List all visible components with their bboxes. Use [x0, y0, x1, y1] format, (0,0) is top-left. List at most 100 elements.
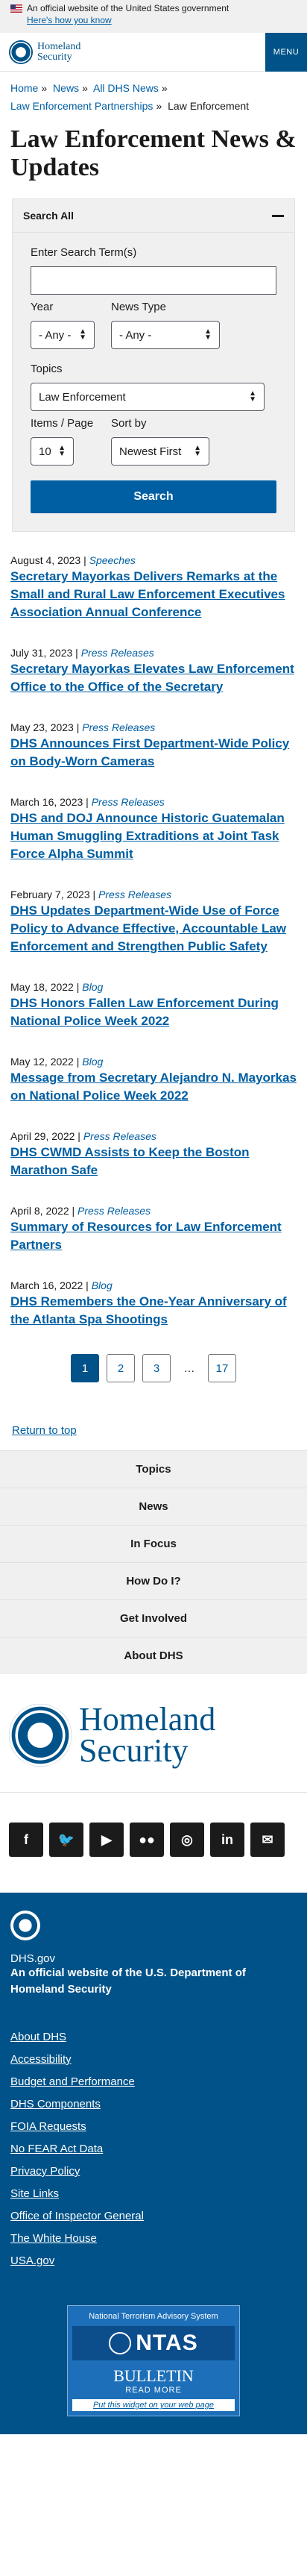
- footer-link-budget-and-performance[interactable]: Budget and Performance: [10, 2071, 297, 2093]
- page-2-button[interactable]: 2: [107, 1354, 135, 1382]
- result-title-link[interactable]: DHS and DOJ Announce Historic Guatemalan…: [10, 809, 297, 863]
- footer-nav-how-do-i[interactable]: How Do I?: [0, 1562, 307, 1599]
- select-arrows-icon: ▲ ▼: [204, 328, 212, 342]
- footer-link-office-of-inspector-general[interactable]: Office of Inspector General: [10, 2205, 297, 2228]
- footer-link-privacy-policy[interactable]: Privacy Policy: [10, 2160, 297, 2183]
- result-title-link[interactable]: DHS Updates Department-Wide Use of Force…: [10, 902, 297, 956]
- result-meta: August 4, 2023 | Speeches: [10, 554, 136, 566]
- heres-how-link[interactable]: Here's how you know: [27, 15, 297, 25]
- banner-text: An official website of the United States…: [27, 3, 230, 13]
- footer-nav-get-involved[interactable]: Get Involved: [0, 1599, 307, 1637]
- breadcrumb-news[interactable]: News: [53, 82, 79, 94]
- breadcrumb-home[interactable]: Home: [10, 82, 38, 94]
- ntas-read-more[interactable]: READ MORE: [72, 2386, 235, 2395]
- result-meta: July 31, 2023 | Press Releases: [10, 647, 154, 659]
- result-type-link[interactable]: Press Releases: [81, 647, 154, 659]
- footer-nav-news[interactable]: News: [0, 1488, 307, 1525]
- result-type-link[interactable]: Speeches: [89, 554, 136, 566]
- ntas-widget[interactable]: National Terrorism Advisory System NTAS …: [67, 2305, 240, 2416]
- youtube-icon[interactable]: ▶: [89, 1823, 124, 1857]
- search-panel-title: Search All: [23, 210, 74, 222]
- breadcrumb-law-enforcement-partnerships[interactable]: Law Enforcement Partnerships: [10, 100, 153, 112]
- result-meta: April 29, 2022 | Press Releases: [10, 1130, 156, 1142]
- site-footer: DHS.gov An official website of the U.S. …: [0, 1893, 307, 2434]
- page-1-button[interactable]: 1: [71, 1354, 99, 1382]
- sort-by-select[interactable]: Newest First ▲ ▼: [111, 437, 209, 466]
- list-item: April 29, 2022 | Press Releases DHS CWMD …: [10, 1130, 297, 1179]
- menu-button[interactable]: MENU: [265, 32, 307, 72]
- list-item: February 7, 2023 | Press Releases DHS Upd…: [10, 889, 297, 956]
- linkedin-icon[interactable]: in: [210, 1823, 244, 1857]
- footer-nav: Topics News In Focus How Do I? Get Invol…: [0, 1450, 307, 1674]
- email-icon[interactable]: ✉: [250, 1823, 285, 1857]
- facebook-icon[interactable]: f: [9, 1823, 43, 1857]
- result-type-link[interactable]: Press Releases: [98, 889, 171, 900]
- instagram-icon[interactable]: ◎: [170, 1823, 204, 1857]
- footer-nav-topics[interactable]: Topics: [0, 1450, 307, 1488]
- result-type-link[interactable]: Press Releases: [82, 721, 155, 733]
- collapse-icon: [272, 214, 284, 217]
- result-type-link[interactable]: Blog: [92, 1279, 113, 1291]
- news-type-select[interactable]: - Any - ▲ ▼: [111, 321, 220, 349]
- result-meta: May 12, 2022 | Blog: [10, 1056, 104, 1068]
- items-per-page-label: Items / Page: [31, 417, 94, 430]
- footer-links: About DHS Accessibility Budget and Perform…: [10, 2026, 297, 2272]
- footer-link-dhs-components[interactable]: DHS Components: [10, 2093, 297, 2116]
- breadcrumb-all-dhs-news[interactable]: All DHS News: [93, 82, 159, 94]
- result-title-link[interactable]: DHS Honors Fallen Law Enforcement During…: [10, 994, 297, 1030]
- result-title-link[interactable]: DHS CWMD Assists to Keep the Boston Mara…: [10, 1144, 297, 1179]
- footer-link-accessibility[interactable]: Accessibility: [10, 2049, 297, 2071]
- gov-banner: An official website of the United States…: [0, 0, 307, 33]
- search-panel: Search All Enter Search Term(s) Year - A…: [12, 198, 295, 532]
- search-button[interactable]: Search: [31, 480, 276, 513]
- footer-logo[interactable]: Homeland Security: [0, 1674, 307, 1793]
- year-label: Year: [31, 301, 54, 313]
- result-date: April 29, 2022: [10, 1130, 75, 1142]
- search-term-input[interactable]: [31, 266, 276, 295]
- result-type-link[interactable]: Blog: [82, 1056, 103, 1068]
- result-title-link[interactable]: DHS Remembers the One-Year Anniversary o…: [10, 1293, 297, 1329]
- ntas-seal-icon: [109, 2332, 132, 2354]
- footer-link-site-links[interactable]: Site Links: [10, 2183, 297, 2205]
- result-type-link[interactable]: Press Releases: [92, 796, 165, 808]
- flickr-icon[interactable]: ●●: [130, 1823, 164, 1857]
- year-select[interactable]: - Any - ▲ ▼: [31, 321, 95, 349]
- site-logo[interactable]: Homeland Security: [9, 40, 80, 64]
- items-per-page-select[interactable]: 10 ▲ ▼: [31, 437, 74, 466]
- ntas-subtitle: National Terrorism Advisory System: [89, 2312, 218, 2321]
- footer-link-usa-gov[interactable]: USA.gov: [10, 2250, 297, 2272]
- result-title-link[interactable]: Message from Secretary Alejandro N. Mayo…: [10, 1069, 297, 1105]
- search-accordion-toggle[interactable]: Search All: [13, 199, 294, 232]
- list-item: May 23, 2023 | Press Releases DHS Announc…: [10, 721, 297, 771]
- result-type-link[interactable]: Press Releases: [83, 1130, 156, 1142]
- footer-nav-about-dhs[interactable]: About DHS: [0, 1637, 307, 1674]
- footer-link-the-white-house[interactable]: The White House: [10, 2228, 297, 2250]
- result-title-link[interactable]: Summary of Resources for Law Enforcement…: [10, 1218, 297, 1254]
- footer-link-no-fear-act-data[interactable]: No FEAR Act Data: [10, 2138, 297, 2160]
- page-last-button[interactable]: 17: [208, 1354, 236, 1382]
- list-item: March 16, 2022 | Blog DHS Remembers the O…: [10, 1279, 297, 1329]
- dhs-seal-icon: [10, 1911, 40, 1940]
- twitter-icon[interactable]: 🐦: [49, 1823, 83, 1857]
- result-title-link[interactable]: DHS Announces First Department-Wide Poli…: [10, 735, 297, 771]
- sort-by-label: Sort by: [111, 417, 147, 430]
- result-title-link[interactable]: Secretary Mayorkas Delivers Remarks at t…: [10, 568, 297, 621]
- result-date: May 12, 2022: [10, 1056, 74, 1068]
- logo-line2: Security: [37, 51, 72, 63]
- list-item: August 4, 2023 | Speeches Secretary Mayor…: [10, 554, 297, 621]
- site-header: Homeland Security MENU: [0, 32, 307, 72]
- ntas-wordmark: NTAS: [136, 2331, 198, 2355]
- page-3-button[interactable]: 3: [142, 1354, 171, 1382]
- ntas-widget-link[interactable]: Put this widget on your web page: [72, 2399, 235, 2411]
- result-type-link[interactable]: Press Releases: [77, 1205, 151, 1217]
- result-meta: May 18, 2022 | Blog: [10, 981, 104, 993]
- return-to-top-link[interactable]: Return to top: [12, 1424, 295, 1437]
- footer-logo-line1: Homeland: [79, 1701, 216, 1737]
- topics-select[interactable]: Law Enforcement ▲ ▼: [31, 383, 265, 411]
- result-type-link[interactable]: Blog: [82, 981, 103, 993]
- result-title-link[interactable]: Secretary Mayorkas Elevates Law Enforcem…: [10, 660, 297, 696]
- official-website-text: An official website of the U.S. Departme…: [10, 1967, 246, 1996]
- footer-link-about-dhs[interactable]: About DHS: [10, 2026, 297, 2049]
- footer-link-foia-requests[interactable]: FOIA Requests: [10, 2116, 297, 2138]
- footer-nav-in-focus[interactable]: In Focus: [0, 1525, 307, 1562]
